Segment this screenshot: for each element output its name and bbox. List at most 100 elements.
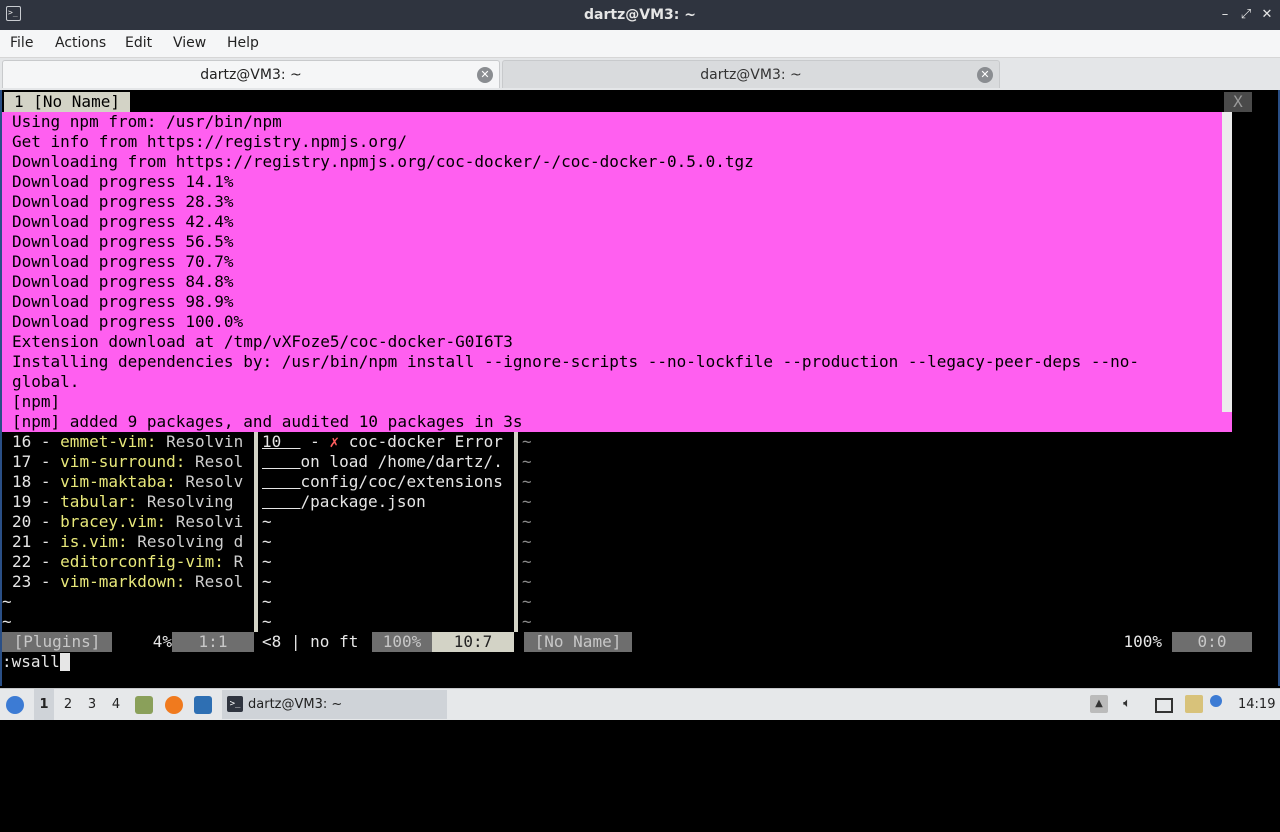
menu-edit[interactable]: Edit bbox=[125, 30, 152, 57]
popup-line: global. bbox=[12, 372, 80, 391]
command-text: :wsall bbox=[2, 652, 60, 671]
empty-line-tilde: ~ bbox=[262, 552, 272, 571]
popup-line: Download progress 14.1% bbox=[12, 172, 234, 191]
file-manager-icon[interactable] bbox=[135, 696, 153, 714]
status-percent-left: 4% bbox=[152, 632, 172, 651]
empty-line-tilde: ~ bbox=[522, 472, 532, 491]
empty-line-tilde: ~ bbox=[522, 512, 532, 531]
tab-terminal-1[interactable]: dartz@VM3: ~ ✕ bbox=[2, 60, 500, 88]
desktop-icon[interactable] bbox=[194, 696, 212, 714]
vim-tabline: 1 [No Name] X bbox=[2, 92, 1278, 112]
empty-line-tilde: ~ bbox=[522, 452, 532, 471]
popup-line: Download progress 98.9% bbox=[12, 292, 234, 311]
vim-command-line[interactable]: :wsall bbox=[2, 652, 1278, 672]
popup-line: Extension download at /tmp/vXFoze5/coc-d… bbox=[12, 332, 513, 351]
diagnostic-line: 10 - ✗ coc-docker Error bbox=[262, 432, 513, 451]
window-titlebar: >_ dartz@VM3: ~ – ⤢ ✕ bbox=[0, 0, 1280, 30]
diagnostic-wrap-line: config/coc/extensions bbox=[300, 472, 503, 491]
list-item: 18 - vim-maktaba: Resolv bbox=[12, 472, 244, 491]
popup-line: [npm] bbox=[12, 392, 61, 411]
empty-line-tilde: ~ bbox=[522, 612, 532, 631]
clipboard-icon[interactable] bbox=[1185, 695, 1203, 713]
vertical-split-divider[interactable] bbox=[514, 432, 518, 632]
clock[interactable]: 14:19 bbox=[1238, 689, 1275, 720]
taskbar: 1 2 3 4 >_ dartz@VM3: ~ ▲ 🔈︎ 14:19 bbox=[0, 688, 1280, 720]
empty-line-tilde: ~ bbox=[262, 612, 272, 631]
coc-install-popup: Using npm from: /usr/bin/npm Get info fr… bbox=[2, 112, 1232, 432]
taskbar-task-terminal[interactable]: >_ dartz@VM3: ~ bbox=[222, 690, 447, 719]
tab-terminal-2[interactable]: dartz@VM3: ~ ✕ bbox=[502, 60, 1000, 88]
start-menu-icon[interactable] bbox=[6, 696, 24, 714]
status-info-middle: <8 | no ft bbox=[262, 632, 359, 651]
empty-line-tilde: ~ bbox=[262, 532, 272, 551]
empty-line-tilde: ~ bbox=[262, 572, 272, 591]
workspace-4[interactable]: 4 bbox=[106, 689, 126, 720]
tab-label: dartz@VM3: ~ bbox=[700, 67, 802, 83]
maximize-button[interactable]: ⤢ bbox=[1235, 0, 1257, 30]
network-icon[interactable] bbox=[1210, 695, 1222, 707]
display-icon[interactable] bbox=[1155, 698, 1173, 713]
vim-tab-close[interactable]: X bbox=[1224, 92, 1252, 112]
status-buffer-name-left: [Plugins] bbox=[2, 632, 112, 652]
vim-statusline: [Plugins] 4% 1:1 <8 | no ft 100% 10:7 [N… bbox=[2, 632, 1278, 652]
popup-line: [npm] added 9 packages, and audited 10 p… bbox=[12, 412, 523, 431]
empty-line-tilde: ~ bbox=[2, 612, 12, 631]
popup-line: Download progress 84.8% bbox=[12, 272, 234, 291]
close-button[interactable]: ✕ bbox=[1256, 0, 1278, 30]
empty-line-tilde: ~ bbox=[522, 532, 532, 551]
empty-line-tilde: ~ bbox=[522, 552, 532, 571]
popup-scrollbar[interactable] bbox=[1222, 112, 1232, 412]
firefox-icon[interactable] bbox=[165, 696, 183, 714]
editor-pane-right[interactable]: ~ ~ ~ ~ ~ ~ ~ ~ ~ ~ bbox=[522, 432, 1262, 632]
workspace-3[interactable]: 3 bbox=[82, 689, 102, 720]
menubar: File Actions Edit View Help bbox=[0, 30, 1280, 58]
status-position-left: 1:1 bbox=[172, 632, 254, 652]
empty-line-tilde: ~ bbox=[522, 572, 532, 591]
menu-file[interactable]: File bbox=[10, 30, 33, 57]
list-item: 20 - bracey.vim: Resolvi bbox=[12, 512, 244, 531]
workspace-1[interactable]: 1 bbox=[34, 689, 54, 720]
empty-line-tilde: ~ bbox=[262, 512, 272, 531]
workspace-2[interactable]: 2 bbox=[58, 689, 78, 720]
status-position-middle: 10:7 bbox=[432, 632, 514, 652]
tab-close-icon[interactable]: ✕ bbox=[977, 67, 993, 83]
vertical-split-divider[interactable] bbox=[254, 432, 258, 632]
empty-line-tilde: ~ bbox=[522, 592, 532, 611]
popup-line: Installing dependencies by: /usr/bin/npm… bbox=[12, 352, 1140, 371]
menu-view[interactable]: View bbox=[173, 30, 206, 57]
error-mark-icon: ✗ bbox=[329, 432, 340, 451]
empty-line-tilde: ~ bbox=[522, 432, 532, 451]
menu-actions[interactable]: Actions bbox=[55, 30, 106, 57]
empty-line-tilde: ~ bbox=[262, 592, 272, 611]
list-item: 22 - editorconfig-vim: R bbox=[12, 552, 244, 571]
status-percent-middle: 100% bbox=[372, 632, 432, 652]
terminal-icon: >_ bbox=[227, 696, 243, 712]
empty-line-tilde: ~ bbox=[522, 492, 532, 511]
volume-icon[interactable]: 🔈︎ bbox=[1118, 695, 1136, 713]
status-percent-right: 100% bbox=[1123, 632, 1162, 651]
window-title: dartz@VM3: ~ bbox=[584, 7, 696, 23]
vim-tab-buffer[interactable]: 1 [No Name] bbox=[4, 92, 130, 112]
diagnostic-wrap-line: /package.json bbox=[300, 492, 426, 511]
minimize-button[interactable]: – bbox=[1214, 0, 1236, 30]
popup-line: Download progress 100.0% bbox=[12, 312, 244, 331]
tab-label: dartz@VM3: ~ bbox=[200, 67, 302, 83]
editor-pane-middle[interactable]: 10 - ✗ coc-docker Error on load /home/da… bbox=[262, 432, 514, 632]
text-cursor bbox=[59, 653, 70, 671]
list-item: 16 - emmet-vim: Resolvin bbox=[12, 432, 244, 451]
tabbar: dartz@VM3: ~ ✕ dartz@VM3: ~ ✕ bbox=[0, 58, 1280, 90]
popup-line: Download progress 56.5% bbox=[12, 232, 234, 251]
status-buffer-name-right: [No Name] bbox=[524, 632, 632, 652]
plugins-pane[interactable]: 16 - emmet-vim: Resolvin 17 - vim-surrou… bbox=[2, 432, 254, 632]
tab-close-icon[interactable]: ✕ bbox=[477, 67, 493, 83]
diagnostic-wrap-line: on load /home/dartz/. bbox=[300, 452, 503, 471]
popup-line: Using npm from: /usr/bin/npm bbox=[12, 112, 282, 131]
list-item: 19 - tabular: Resolving bbox=[12, 492, 244, 511]
menu-help[interactable]: Help bbox=[227, 30, 259, 57]
list-item: 17 - vim-surround: Resol bbox=[12, 452, 244, 471]
tray-arrow-icon[interactable]: ▲ bbox=[1090, 695, 1108, 713]
popup-line: Download progress 70.7% bbox=[12, 252, 234, 271]
popup-line: Downloading from https://registry.npmjs.… bbox=[12, 152, 754, 171]
empty-line-tilde: ~ bbox=[2, 592, 12, 611]
popup-line: Get info from https://registry.npmjs.org… bbox=[12, 132, 407, 151]
